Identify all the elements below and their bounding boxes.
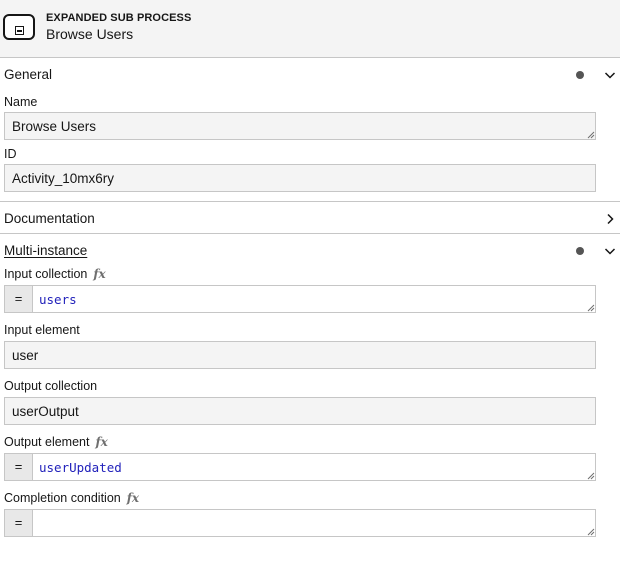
name-field: Name Browse Users [0, 89, 620, 141]
name-input[interactable]: Browse Users [4, 112, 596, 140]
group-documentation-header[interactable]: Documentation [0, 202, 620, 233]
properties-header: EXPANDED SUB PROCESS Browse Users [0, 0, 620, 58]
resize-handle-icon[interactable] [587, 472, 595, 480]
fx-icon[interactable]: fx [127, 491, 139, 505]
id-field: ID Activity_10mx6ry [0, 141, 620, 201]
output-element-field: Output element fx = userUpdated [0, 433, 620, 489]
output-collection-label: Output collection [4, 379, 98, 393]
resize-handle-icon[interactable] [587, 304, 595, 312]
fx-icon[interactable]: fx [93, 267, 105, 281]
completion-condition-field: Completion condition fx = [0, 489, 620, 545]
group-documentation-title: Documentation [4, 211, 95, 226]
input-element-input[interactable]: user [4, 341, 596, 369]
input-element-label: Input element [4, 323, 80, 337]
input-element-field: Input element user [0, 321, 620, 377]
feel-prefix: = [5, 510, 33, 536]
output-element-label: Output element fx [4, 435, 108, 449]
resize-handle-icon[interactable] [587, 528, 595, 536]
completion-condition-feel-input[interactable]: = [4, 509, 596, 537]
resize-handle-icon[interactable] [587, 131, 595, 139]
name-label: Name [4, 95, 38, 109]
element-name-label: Browse Users [46, 26, 134, 42]
data-marker-dot [576, 71, 584, 79]
output-element-feel-input[interactable]: = userUpdated [4, 453, 596, 481]
input-collection-value: users [39, 292, 77, 307]
group-multi-instance-title: Multi-instance [4, 243, 88, 258]
fx-icon[interactable]: fx [95, 435, 107, 449]
chevron-right-icon[interactable] [604, 213, 616, 225]
group-general-header[interactable]: General [0, 58, 620, 89]
input-collection-feel-input[interactable]: = users [4, 285, 596, 313]
output-element-value: userUpdated [39, 460, 122, 475]
output-collection-field: Output collection userOutput [0, 377, 620, 433]
chevron-down-icon[interactable] [604, 69, 616, 81]
input-collection-field: Input collection fx = users [0, 265, 620, 321]
group-general-title: General [4, 67, 53, 82]
output-collection-input[interactable]: userOutput [4, 397, 596, 425]
chevron-down-icon[interactable] [604, 245, 616, 257]
element-type-label: EXPANDED SUB PROCESS [46, 12, 192, 24]
input-collection-label: Input collection fx [4, 267, 106, 281]
expanded-subprocess-icon [3, 14, 35, 40]
feel-prefix: = [5, 286, 33, 312]
data-marker-dot [576, 247, 584, 255]
completion-condition-label: Completion condition fx [4, 491, 140, 505]
feel-prefix: = [5, 454, 33, 480]
id-label: ID [4, 147, 17, 161]
group-multi-instance-header[interactable]: Multi-instance [0, 234, 620, 265]
id-input[interactable]: Activity_10mx6ry [4, 164, 596, 192]
